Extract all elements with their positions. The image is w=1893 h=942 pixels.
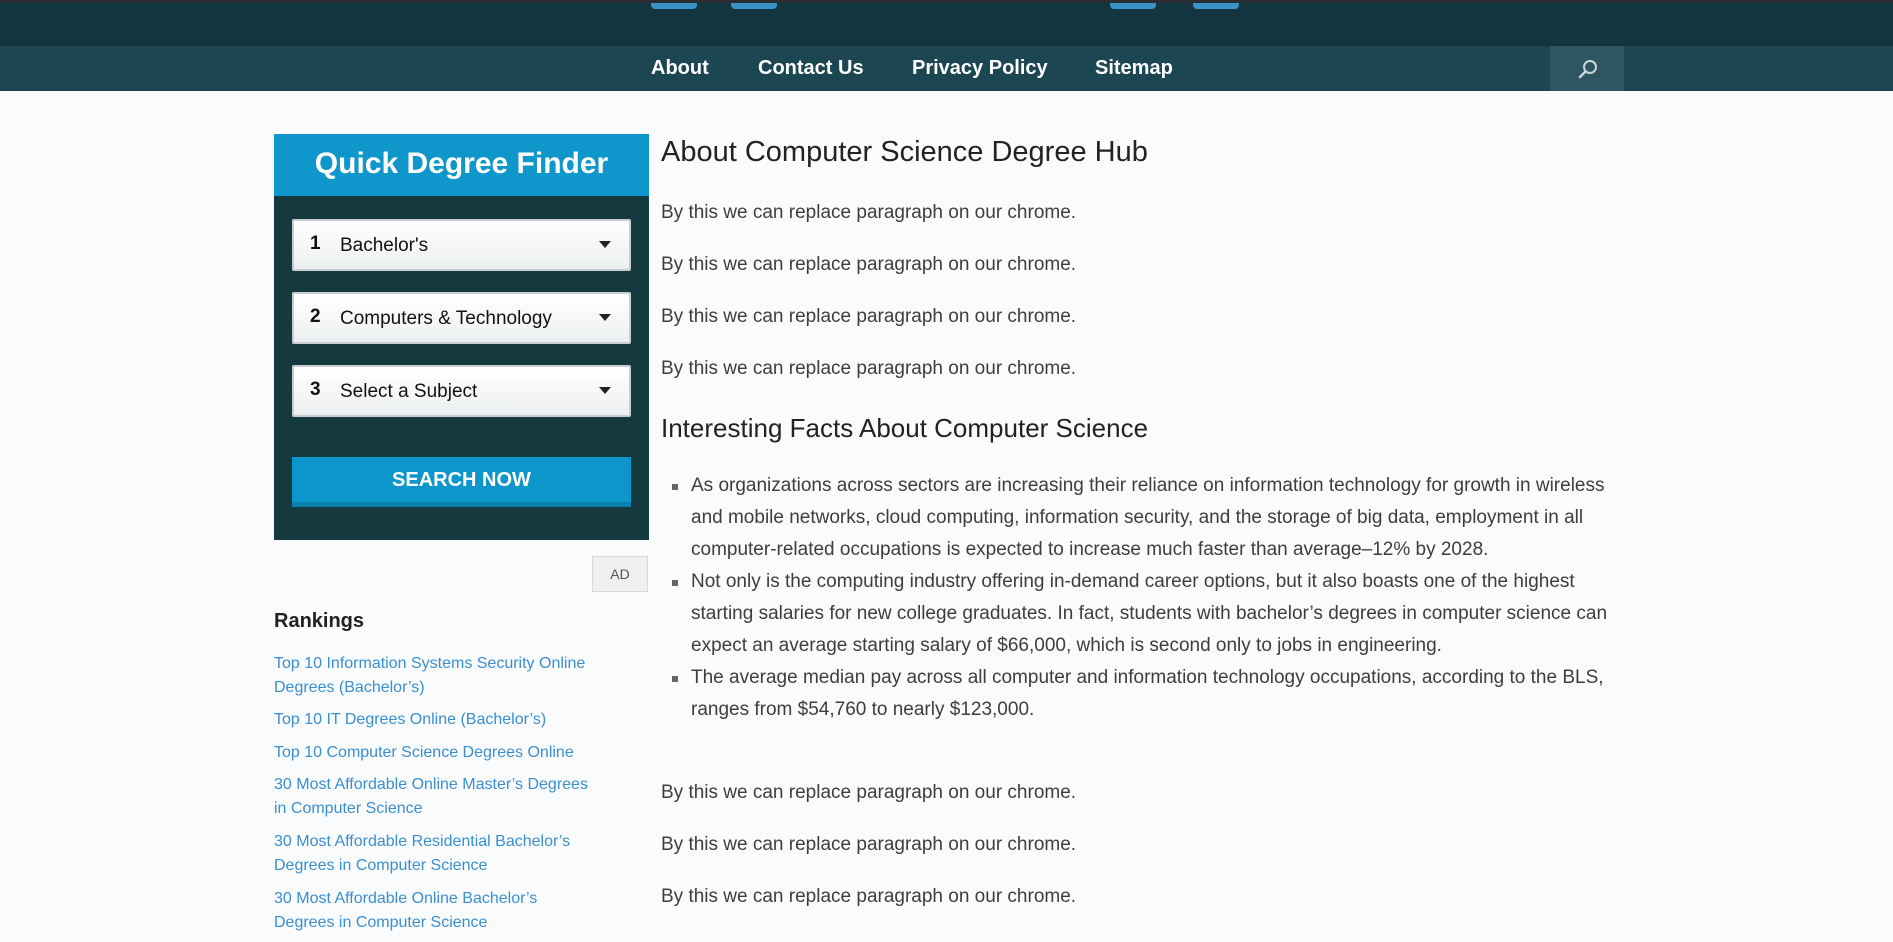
search-icon <box>1578 60 1597 79</box>
logo-fragment <box>651 3 697 9</box>
step-number: 2 <box>310 306 321 327</box>
site-header <box>0 0 1893 46</box>
page-title: About Computer Science Degree Hub <box>661 136 1148 168</box>
logo-fragment <box>1110 3 1156 9</box>
ad-badge[interactable]: AD <box>592 556 648 592</box>
subject-select[interactable]: 3 Select a Subject <box>292 365 631 417</box>
nav-sitemap[interactable]: Sitemap <box>1095 46 1173 91</box>
search-now-button[interactable]: SEARCH NOW <box>292 457 631 507</box>
select-value: Computers & Technology <box>340 308 552 329</box>
rankings-heading: Rankings <box>274 610 365 632</box>
ranking-link[interactable]: 30 Most Affordable Residential Bachelor’… <box>274 830 594 878</box>
logo-fragment <box>731 3 777 9</box>
section-heading: Interesting Facts About Computer Science <box>661 413 1149 443</box>
paragraph: By this we can replace paragraph on our … <box>661 306 1077 327</box>
degree-level-select[interactable]: 1 Bachelor's <box>292 219 631 271</box>
list-item: As organizations across sectors are incr… <box>661 470 1621 566</box>
list-item: The average median pay across all comput… <box>661 662 1621 726</box>
nav-privacy-policy[interactable]: Privacy Policy <box>912 46 1048 91</box>
nav-about[interactable]: About <box>651 46 709 91</box>
ranking-link[interactable]: 30 Most Affordable Online Bachelor’s Deg… <box>274 887 594 935</box>
step-number: 3 <box>310 379 321 400</box>
ranking-link[interactable]: Top 10 Computer Science Degrees Online <box>274 741 594 765</box>
ranking-link[interactable]: Top 10 IT Degrees Online (Bachelor’s) <box>274 708 594 732</box>
chevron-down-icon <box>599 241 611 248</box>
quick-degree-finder: Quick Degree Finder 1 Bachelor's 2 Compu… <box>274 134 649 540</box>
step-number: 1 <box>310 233 321 254</box>
select-value: Select a Subject <box>340 381 478 402</box>
nav-contact-us[interactable]: Contact Us <box>758 46 864 91</box>
paragraph: By this we can replace paragraph on our … <box>661 254 1077 275</box>
chevron-down-icon <box>599 387 611 394</box>
select-value: Bachelor's <box>340 235 429 256</box>
category-select[interactable]: 2 Computers & Technology <box>292 292 631 344</box>
paragraph: By this we can replace paragraph on our … <box>661 834 1077 855</box>
nav-search-button[interactable] <box>1550 46 1624 91</box>
paragraph: By this we can replace paragraph on our … <box>661 782 1077 803</box>
finder-title: Quick Degree Finder <box>274 134 649 196</box>
list-item: Not only is the computing industry offer… <box>661 566 1621 662</box>
logo-fragment <box>1193 3 1239 9</box>
chevron-down-icon <box>599 314 611 321</box>
paragraph: By this we can replace paragraph on our … <box>661 202 1077 223</box>
main-nav: About Contact Us Privacy Policy Sitemap <box>0 46 1893 91</box>
paragraph: By this we can replace paragraph on our … <box>661 886 1077 907</box>
paragraph: By this we can replace paragraph on our … <box>661 358 1077 379</box>
facts-list: As organizations across sectors are incr… <box>661 470 1621 726</box>
ranking-link[interactable]: 30 Most Affordable Online Master’s Degre… <box>274 773 594 821</box>
ranking-link[interactable]: Top 10 Information Systems Security Onli… <box>274 652 594 700</box>
